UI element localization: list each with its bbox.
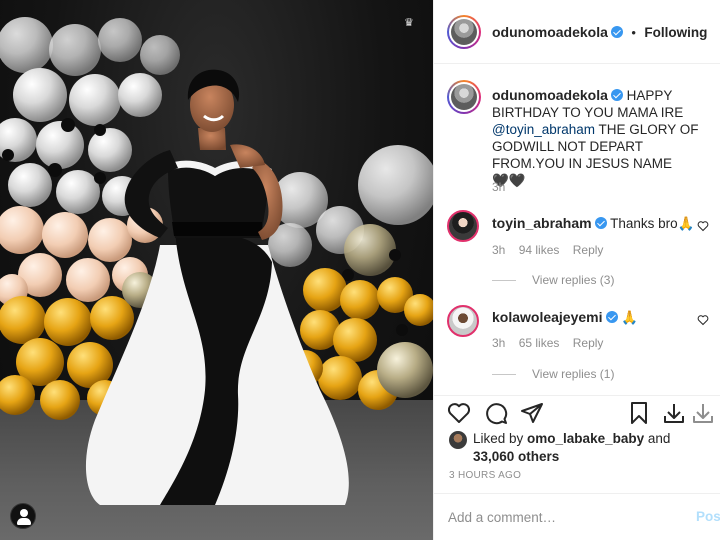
comment-composer: Post xyxy=(434,493,720,540)
crown-icon: ♛ xyxy=(404,17,414,29)
comment-meta: 3h 94 likes Reply xyxy=(492,243,603,257)
comment-time[interactable]: 3h xyxy=(492,336,505,350)
likes-middle: and xyxy=(644,431,671,446)
verified-icon xyxy=(594,217,607,229)
view-replies-label: View replies (1) xyxy=(532,367,615,381)
download-alt-icon[interactable] xyxy=(691,401,715,425)
share-icon[interactable] xyxy=(520,401,544,425)
header-username[interactable]: odunomoadekola xyxy=(492,24,608,40)
bookmark-icon[interactable] xyxy=(627,401,651,425)
view-replies-label: View replies (3) xyxy=(532,273,615,287)
comment-text: 🙏 xyxy=(621,310,639,325)
like-heart-icon[interactable] xyxy=(447,401,471,425)
caption-time[interactable]: 3h xyxy=(492,180,505,194)
download-icon[interactable] xyxy=(662,401,686,425)
header-separator: • xyxy=(631,25,636,40)
comment-icon[interactable] xyxy=(484,401,508,425)
photo-scene xyxy=(0,17,433,505)
comment-row: toyin_abraham Thanks bro🙏 xyxy=(492,215,694,232)
view-replies[interactable]: View replies (3) xyxy=(492,273,614,287)
verified-icon xyxy=(605,311,618,323)
liker-username[interactable]: omo_labake_baby xyxy=(527,431,644,446)
following-button[interactable]: Following xyxy=(644,25,707,40)
heart-icon[interactable] xyxy=(697,314,709,326)
divider xyxy=(492,280,516,282)
verified-icon xyxy=(610,26,623,38)
comment-row: kolawoleajeyemi 🙏 xyxy=(492,309,638,326)
comment-likes[interactable]: 94 likes xyxy=(519,243,560,257)
reply-button[interactable]: Reply xyxy=(573,336,604,350)
comment-likes[interactable]: 65 likes xyxy=(519,336,560,350)
caption-mention[interactable]: @toyin_abraham xyxy=(492,122,595,137)
heart-icon[interactable] xyxy=(697,220,709,232)
post-header: odunomoadekola • Following xyxy=(434,0,720,64)
likes-summary: Liked by omo_labake_baby and 33,060 othe… xyxy=(473,430,703,466)
comment-meta: 3h 65 likes Reply xyxy=(492,336,603,350)
avatar[interactable] xyxy=(447,15,481,49)
person-icon[interactable] xyxy=(10,503,36,529)
caption-username[interactable]: odunomoadekola xyxy=(492,87,608,103)
likes-count[interactable]: 33,060 others xyxy=(473,449,559,464)
liker-avatar[interactable] xyxy=(449,431,467,449)
post-panel: odunomoadekola • Following odunomoadekol… xyxy=(433,0,720,540)
comment-text: Thanks bro🙏 xyxy=(610,216,695,231)
post-image[interactable]: ♛ xyxy=(0,0,433,540)
verified-icon xyxy=(610,89,623,101)
caption-text: odunomoadekola HAPPY BIRTHDAY TO YOU MAM… xyxy=(492,87,707,189)
comment-avatar[interactable] xyxy=(447,305,479,337)
header-user-row: odunomoadekola • Following xyxy=(492,24,707,42)
view-replies[interactable]: View replies (1) xyxy=(492,367,614,381)
action-bar xyxy=(434,395,720,429)
comment-username[interactable]: toyin_abraham xyxy=(492,215,592,231)
likes-prefix: Liked by xyxy=(473,431,528,446)
post-timestamp[interactable]: 3 HOURS AGO xyxy=(449,470,521,481)
comment-time[interactable]: 3h xyxy=(492,243,505,257)
reply-button[interactable]: Reply xyxy=(573,243,604,257)
comment-username[interactable]: kolawoleajeyemi xyxy=(492,309,603,325)
divider xyxy=(492,374,516,376)
caption-avatar[interactable] xyxy=(447,80,481,114)
post-button[interactable]: Post xyxy=(696,509,720,524)
comment-input[interactable] xyxy=(448,506,668,528)
comment-avatar[interactable] xyxy=(447,210,479,242)
